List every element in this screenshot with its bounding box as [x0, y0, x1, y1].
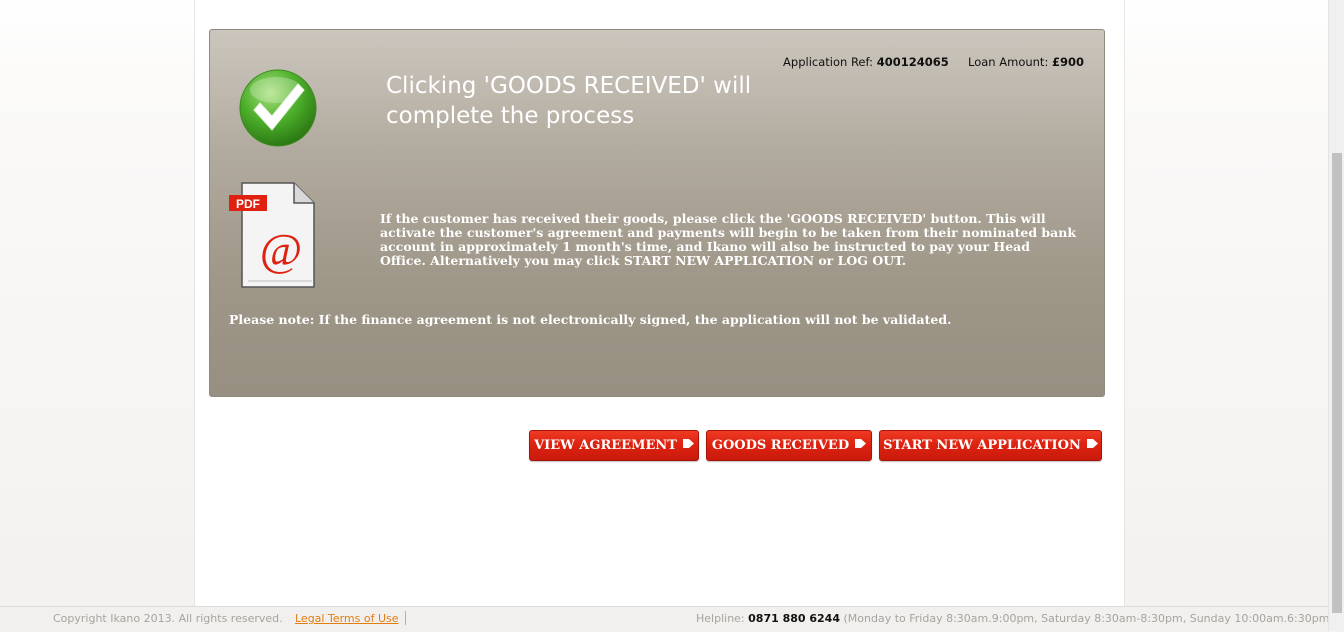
- copyright-text: Copyright Ikano 2013. All rights reserve…: [53, 612, 283, 625]
- view-agreement-button[interactable]: VIEW AGREEMENT: [529, 430, 699, 461]
- footer-divider: [405, 611, 406, 625]
- helpline-hours: (Monday to Friday 8:30am.9:00pm, Saturda…: [843, 612, 1334, 625]
- arrow-right-icon: [1086, 430, 1098, 459]
- application-ref-label: Application Ref:: [783, 55, 874, 69]
- helpline-number: 0871 880 6244: [748, 612, 840, 625]
- scrollbar-thumb[interactable]: [1332, 153, 1342, 613]
- pdf-document-icon: PDF @: [228, 181, 318, 291]
- legal-terms-link[interactable]: Legal Terms of Use: [295, 612, 399, 625]
- helpline-label: Helpline:: [696, 612, 745, 625]
- vertical-scrollbar[interactable]: [1328, 0, 1344, 631]
- loan-amount-label: Loan Amount:: [968, 55, 1049, 69]
- start-new-application-label: START NEW APPLICATION: [883, 438, 1081, 453]
- instruction-text: If the customer has received their goods…: [380, 211, 1076, 268]
- helpline-info: Helpline: 0871 880 6244 (Monday to Frida…: [696, 612, 1334, 625]
- pdf-at-symbol: @: [260, 224, 302, 275]
- view-agreement-label: VIEW AGREEMENT: [534, 438, 677, 453]
- validation-note: Please note: If the finance agreement is…: [229, 312, 952, 327]
- application-summary: Application Ref: 400124065 Loan Amount: …: [783, 55, 1084, 69]
- check-circle-icon: [238, 68, 318, 148]
- loan-amount-value: £900: [1051, 55, 1084, 69]
- pdf-badge-text: PDF: [236, 197, 260, 211]
- page-footer: Copyright Ikano 2013. All rights reserve…: [0, 606, 1334, 632]
- start-new-application-button[interactable]: START NEW APPLICATION: [879, 430, 1102, 461]
- arrow-right-icon: [855, 430, 867, 459]
- application-ref-value: 400124065: [876, 55, 949, 69]
- goods-received-button[interactable]: GOODS RECEIVED: [706, 430, 872, 461]
- goods-received-label: GOODS RECEIVED: [711, 438, 850, 453]
- arrow-right-icon: [682, 430, 694, 459]
- completion-panel: Application Ref: 400124065 Loan Amount: …: [209, 29, 1105, 397]
- completion-headline: Clicking 'GOODS RECEIVED' will complete …: [386, 73, 752, 129]
